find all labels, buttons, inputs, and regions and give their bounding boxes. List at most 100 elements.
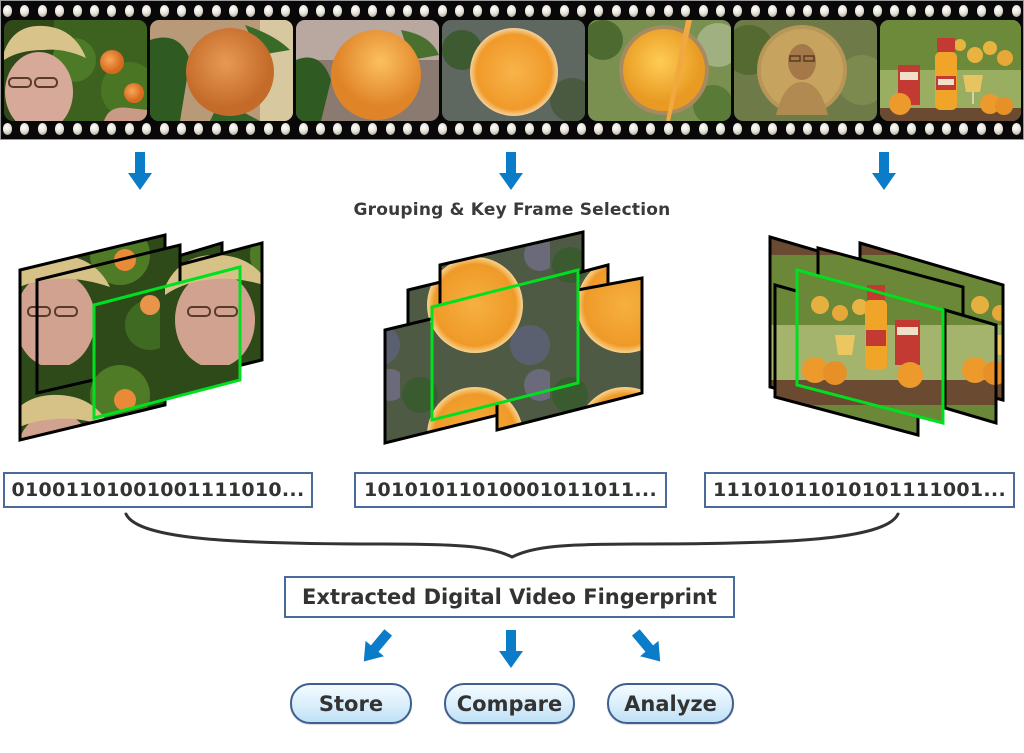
film-perforation bbox=[994, 123, 1004, 135]
film-perforation bbox=[194, 123, 204, 135]
film-perforation bbox=[663, 5, 673, 17]
film-perforation bbox=[855, 5, 865, 17]
film-frame-1 bbox=[4, 20, 147, 121]
film-perforation bbox=[629, 5, 639, 17]
film-perforation bbox=[698, 123, 708, 135]
film-perforation bbox=[576, 123, 586, 135]
film-perforation bbox=[924, 5, 934, 17]
film-perforation bbox=[872, 123, 882, 135]
film-perforation bbox=[994, 5, 1004, 17]
film-perforation bbox=[820, 5, 830, 17]
film-perforation bbox=[211, 5, 221, 17]
film-perforation bbox=[976, 123, 986, 135]
film-perforation bbox=[472, 123, 482, 135]
film-perforation bbox=[924, 123, 934, 135]
film-perforation bbox=[107, 5, 117, 17]
film-perforation bbox=[872, 5, 882, 17]
frame-group-1 bbox=[0, 225, 280, 455]
film-perforation bbox=[663, 123, 673, 135]
film-perforation bbox=[402, 123, 412, 135]
film-perforation bbox=[681, 123, 691, 135]
arrow-down-left-icon bbox=[363, 629, 393, 662]
film-perforation bbox=[576, 5, 586, 17]
film-perforation bbox=[298, 5, 308, 17]
film-perforation bbox=[785, 5, 795, 17]
film-perforation bbox=[889, 5, 899, 17]
filmstrip-perforations-bottom bbox=[3, 123, 1021, 135]
film-perforation bbox=[420, 5, 430, 17]
film-perforation bbox=[942, 123, 952, 135]
film-perforation bbox=[524, 123, 534, 135]
film-perforation bbox=[281, 123, 291, 135]
store-button[interactable]: Store bbox=[290, 683, 412, 724]
arrow-down-icon bbox=[499, 152, 523, 190]
film-perforation bbox=[3, 123, 12, 135]
analyze-button[interactable]: Analyze bbox=[607, 683, 734, 724]
film-perforation bbox=[333, 5, 343, 17]
film-perforation bbox=[1011, 123, 1021, 135]
film-perforation bbox=[976, 5, 986, 17]
film-perforation bbox=[907, 123, 917, 135]
arrow-down-icon bbox=[872, 152, 896, 190]
film-perforation bbox=[333, 123, 343, 135]
film-perforation bbox=[559, 5, 569, 17]
film-frame-3 bbox=[296, 20, 439, 121]
film-perforation bbox=[316, 5, 326, 17]
film-perforation bbox=[594, 123, 604, 135]
film-perforation bbox=[507, 123, 517, 135]
filmstrip-perforations-top bbox=[3, 5, 1021, 17]
frame-group-2 bbox=[370, 225, 660, 455]
film-perforation bbox=[368, 5, 378, 17]
film-perforation bbox=[20, 123, 30, 135]
film-perforation bbox=[437, 123, 447, 135]
fingerprint-bits-box-2: 10101011010001011011... bbox=[354, 472, 667, 508]
film-perforation bbox=[507, 5, 517, 17]
film-perforation bbox=[820, 123, 830, 135]
film-perforation bbox=[316, 123, 326, 135]
film-perforation bbox=[629, 123, 639, 135]
film-perforation bbox=[750, 5, 760, 17]
film-perforation bbox=[176, 5, 186, 17]
film-perforation bbox=[72, 123, 82, 135]
fingerprint-bits-box-1: 01001101001001111010... bbox=[3, 472, 313, 508]
film-perforation bbox=[72, 5, 82, 17]
film-perforation bbox=[107, 123, 117, 135]
film-perforation bbox=[716, 5, 726, 17]
film-perforation bbox=[889, 123, 899, 135]
film-perforation bbox=[194, 5, 204, 17]
compare-button[interactable]: Compare bbox=[444, 683, 575, 724]
film-perforation bbox=[3, 5, 12, 17]
film-perforation bbox=[420, 123, 430, 135]
film-perforation bbox=[229, 123, 239, 135]
film-frame-2 bbox=[150, 20, 293, 121]
film-perforation bbox=[455, 5, 465, 17]
film-perforation bbox=[542, 123, 552, 135]
arrow-down-icon bbox=[128, 152, 152, 190]
film-perforation bbox=[716, 123, 726, 135]
film-perforation bbox=[298, 123, 308, 135]
film-perforation bbox=[455, 123, 465, 135]
film-perforation bbox=[855, 123, 865, 135]
film-perforation bbox=[20, 5, 30, 17]
film-perforation bbox=[646, 123, 656, 135]
film-perforation bbox=[176, 123, 186, 135]
film-perforation bbox=[229, 5, 239, 17]
film-perforation bbox=[281, 5, 291, 17]
fingerprint-bits-box-3: 11101011010101111001... bbox=[704, 472, 1015, 508]
film-perforation bbox=[402, 5, 412, 17]
film-perforation bbox=[698, 5, 708, 17]
film-perforation bbox=[368, 123, 378, 135]
film-perforation bbox=[89, 5, 99, 17]
film-perforation bbox=[959, 5, 969, 17]
film-perforation bbox=[837, 5, 847, 17]
film-perforation bbox=[55, 123, 65, 135]
film-perforation bbox=[907, 5, 917, 17]
film-perforation bbox=[733, 123, 743, 135]
film-perforation bbox=[37, 5, 47, 17]
frame-group-3 bbox=[750, 225, 1024, 455]
film-perforation bbox=[542, 5, 552, 17]
film-perforation bbox=[785, 123, 795, 135]
film-perforation bbox=[942, 5, 952, 17]
film-perforation bbox=[437, 5, 447, 17]
film-perforation bbox=[768, 123, 778, 135]
